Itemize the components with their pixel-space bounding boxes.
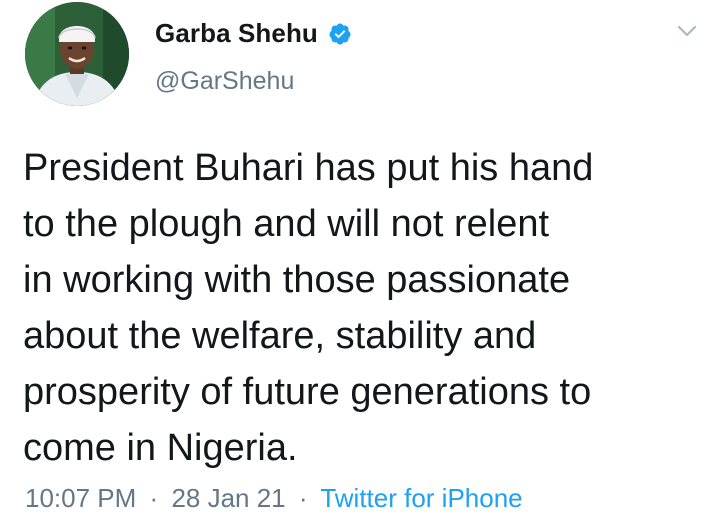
verified-badge-icon <box>329 23 351 44</box>
display-name[interactable]: Garba Shehu <box>155 18 318 49</box>
user-handle[interactable]: @GarShehu <box>155 67 294 96</box>
tweet-text-line: President Buhari has put his hand <box>23 147 594 189</box>
tweet-text-line: prosperity of future generations to <box>23 371 592 413</box>
tweet-text-line: about the welfare, stability and <box>23 315 537 357</box>
meta-separator: · <box>298 483 308 513</box>
tweet-text-line: to the plough and will not relent <box>23 203 550 245</box>
tweet-meta: 10:07 PM · 28 Jan 21 · Twitter for iPhon… <box>25 483 523 514</box>
tweet-source-link[interactable]: Twitter for iPhone <box>320 483 522 513</box>
profile-photo <box>25 2 129 106</box>
tweet-date[interactable]: 28 Jan 21 <box>171 483 285 513</box>
avatar[interactable] <box>25 2 129 106</box>
tweet-text-line: come in Nigeria. <box>23 427 298 469</box>
chevron-down-icon[interactable] <box>676 20 698 42</box>
user-name-row: Garba Shehu <box>155 18 352 49</box>
tweet-time[interactable]: 10:07 PM <box>25 483 136 513</box>
tweet-text-line: in working with those passionate <box>23 259 571 301</box>
tweet-text: President Buhari has put his hand to the… <box>23 140 693 476</box>
tweet-card: Garba Shehu @GarShehu President Buhari h… <box>0 0 705 520</box>
meta-separator: · <box>149 483 159 513</box>
